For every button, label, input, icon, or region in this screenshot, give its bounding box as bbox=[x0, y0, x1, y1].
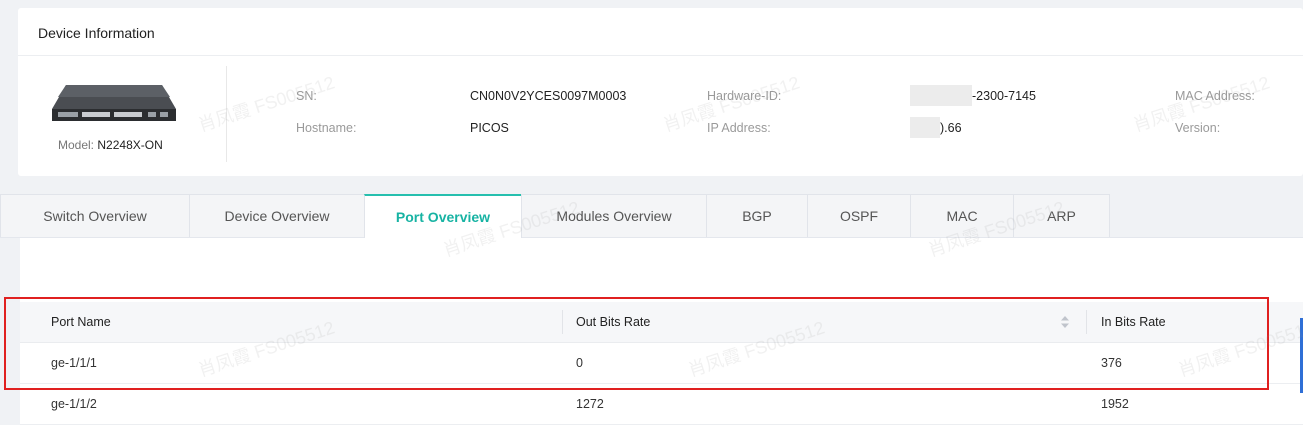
hardware-id-label: Hardware-ID: bbox=[707, 89, 782, 103]
column-separator bbox=[1086, 310, 1087, 334]
sort-icon[interactable] bbox=[1060, 315, 1070, 329]
mac-address-label: MAC Address: bbox=[1175, 89, 1255, 103]
hardware-id-value: -2300-7145 bbox=[972, 89, 1036, 103]
out-bits-rate-cell: 1272 bbox=[576, 397, 604, 411]
column-separator bbox=[562, 310, 563, 334]
column-header-in-bits-rate[interactable]: In Bits Rate bbox=[1101, 302, 1166, 342]
sn-value: CN0N0V2YCES0097M0003 bbox=[470, 89, 627, 103]
tab-modules-overview[interactable]: Modules Overview bbox=[521, 194, 707, 237]
tab-mac[interactable]: MAC bbox=[910, 194, 1014, 237]
in-bits-rate-cell: 1952 bbox=[1101, 397, 1129, 411]
tab-bgp[interactable]: BGP bbox=[706, 194, 808, 237]
ip-address-value: ).66 bbox=[940, 121, 962, 135]
card-title: Device Information bbox=[38, 25, 155, 41]
tab-ospf[interactable]: OSPF bbox=[807, 194, 911, 237]
device-information-card: Device Information bbox=[18, 8, 1303, 176]
model-value: N2248X-ON bbox=[97, 138, 163, 152]
redaction-mask bbox=[910, 85, 972, 106]
card-divider bbox=[18, 55, 1303, 56]
hostname-value: PICOS bbox=[470, 121, 509, 135]
switch-device-image bbox=[52, 85, 176, 121]
out-bits-rate-cell: 0 bbox=[576, 356, 583, 370]
version-label: Version: bbox=[1175, 121, 1221, 135]
model-label: Model: bbox=[58, 138, 95, 152]
tab-bar: Switch Overview Device Overview Port Ove… bbox=[0, 194, 1303, 238]
column-header-port-name[interactable]: Port Name bbox=[51, 302, 111, 342]
port-name-cell: ge-1/1/1 bbox=[51, 356, 97, 370]
port-name-cell: ge-1/1/2 bbox=[51, 397, 97, 411]
sn-label: SN: bbox=[296, 89, 317, 103]
table-row[interactable]: ge-1/1/2 1272 1952 bbox=[20, 384, 1303, 425]
redaction-mask bbox=[910, 117, 940, 138]
model-line: Model: N2248X-ON bbox=[58, 138, 163, 152]
table-row[interactable]: ge-1/1/1 0 376 bbox=[20, 343, 1303, 384]
hostname-label: Hostname: bbox=[296, 121, 357, 135]
info-divider bbox=[226, 66, 227, 162]
tab-switch-overview[interactable]: Switch Overview bbox=[0, 194, 190, 237]
tab-device-overview[interactable]: Device Overview bbox=[189, 194, 365, 237]
in-bits-rate-cell: 376 bbox=[1101, 356, 1122, 370]
table-header: Port Name Out Bits Rate In Bits Rate bbox=[20, 302, 1303, 343]
tab-port-overview[interactable]: Port Overview bbox=[364, 194, 522, 238]
tab-arp[interactable]: ARP bbox=[1013, 194, 1110, 237]
ip-address-label: IP Address: bbox=[707, 121, 771, 135]
column-header-out-bits-rate[interactable]: Out Bits Rate bbox=[576, 302, 650, 342]
